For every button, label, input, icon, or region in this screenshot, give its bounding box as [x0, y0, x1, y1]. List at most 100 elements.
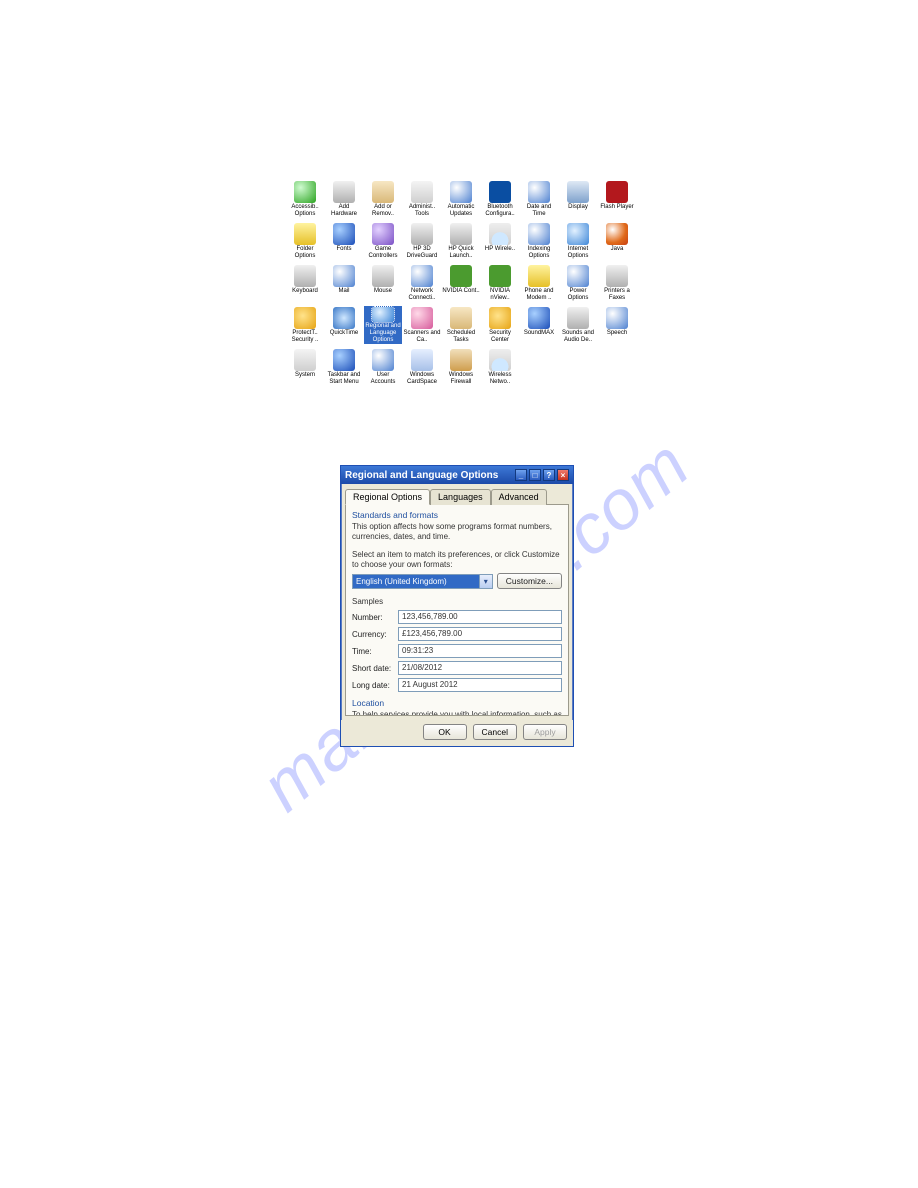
control-panel-item[interactable]: NVIDIA Cont.. [442, 264, 480, 302]
control-panel-item[interactable]: Sounds and Audio De.. [559, 306, 597, 344]
control-panel-item[interactable]: HP 3D DriveGuard [403, 222, 441, 260]
tab-regional-options[interactable]: Regional Options [345, 489, 430, 505]
control-panel-item-label: Date and Time [520, 204, 558, 218]
control-panel-item[interactable]: HP Quick Launch.. [442, 222, 480, 260]
customize-button[interactable]: Customize... [497, 573, 562, 589]
app-icon [528, 223, 550, 245]
control-panel-item[interactable]: Automatic Updates [442, 180, 480, 218]
samples-heading: Samples [352, 597, 562, 607]
control-panel-item-label: QuickTime [330, 330, 358, 337]
control-panel-item[interactable]: Bluetooth Configura.. [481, 180, 519, 218]
control-panel-item[interactable]: System [286, 348, 324, 386]
control-panel-item[interactable]: Regional and Language Options [364, 306, 402, 344]
format-combo-value: English (United Kingdom) [356, 575, 447, 588]
currency-label: Currency: [352, 630, 398, 639]
app-icon [372, 223, 394, 245]
ok-button[interactable]: OK [423, 724, 467, 740]
control-panel-item[interactable]: SoundMAX [520, 306, 558, 344]
control-panel-item[interactable]: Keyboard [286, 264, 324, 302]
app-icon [450, 223, 472, 245]
format-combo[interactable]: English (United Kingdom) ▾ [352, 574, 493, 589]
control-panel-item-label: Game Controllers [364, 246, 402, 260]
app-icon [606, 307, 628, 329]
control-panel-item[interactable]: Accessib.. Options [286, 180, 324, 218]
control-panel-item[interactable]: Windows Firewall [442, 348, 480, 386]
control-panel-item-label: Indexing Options [520, 246, 558, 260]
cancel-button[interactable]: Cancel [473, 724, 517, 740]
apply-button[interactable]: Apply [523, 724, 567, 740]
control-panel-item[interactable]: ProtectT.. Security .. [286, 306, 324, 344]
control-panel-item[interactable]: Power Options [559, 264, 597, 302]
control-panel-item[interactable]: Flash Player [598, 180, 636, 218]
control-panel-item[interactable]: Internet Options [559, 222, 597, 260]
control-panel-item-label: Keyboard [292, 288, 318, 295]
dialog-button-bar: OK Cancel Apply [341, 720, 573, 746]
tab-body-regional: Standards and formats This option affect… [345, 504, 569, 716]
control-panel-item[interactable]: Printers a Faxes [598, 264, 636, 302]
control-panel-item[interactable]: Taskbar and Start Menu [325, 348, 363, 386]
control-panel-item[interactable]: Mail [325, 264, 363, 302]
longdate-label: Long date: [352, 681, 398, 690]
control-panel-item[interactable]: Speech [598, 306, 636, 344]
control-panel-item[interactable]: QuickTime [325, 306, 363, 344]
shortdate-field: 21/08/2012 [398, 661, 562, 675]
control-panel-item-label: Power Options [559, 288, 597, 302]
control-panel-item[interactable]: NVIDIA nView.. [481, 264, 519, 302]
standards-text-1: This option affects how some programs fo… [352, 522, 562, 542]
control-panel-item-label: Internet Options [559, 246, 597, 260]
app-icon [528, 307, 550, 329]
control-panel-item[interactable]: HP Wirele.. [481, 222, 519, 260]
app-icon [450, 265, 472, 287]
tab-languages[interactable]: Languages [430, 489, 491, 505]
app-icon [333, 349, 355, 371]
control-panel-item[interactable]: Phone and Modem .. [520, 264, 558, 302]
control-panel-item[interactable]: Display [559, 180, 597, 218]
control-panel-item[interactable]: Scheduled Tasks [442, 306, 480, 344]
location-text: To help services provide you with local … [352, 710, 562, 716]
control-panel-item-label: Add or Remov.. [364, 204, 402, 218]
control-panel-item[interactable]: Folder Options [286, 222, 324, 260]
control-panel-item[interactable]: Administ.. Tools [403, 180, 441, 218]
control-panel-item[interactable]: Windows CardSpace [403, 348, 441, 386]
app-icon [372, 349, 394, 371]
app-icon [333, 181, 355, 203]
app-icon [567, 265, 589, 287]
control-panel-item[interactable]: Network Connecti.. [403, 264, 441, 302]
app-icon [606, 223, 628, 245]
control-panel-item[interactable]: Scanners and Ca.. [403, 306, 441, 344]
app-icon [567, 307, 589, 329]
control-panel-item[interactable]: User Accounts [364, 348, 402, 386]
app-icon [372, 307, 394, 322]
control-panel-item[interactable]: Game Controllers [364, 222, 402, 260]
app-icon [411, 181, 433, 203]
maximize-button[interactable]: □ [529, 469, 541, 481]
control-panel-item[interactable]: Fonts [325, 222, 363, 260]
control-panel-item-label: Security Center [481, 330, 519, 344]
control-panel-item[interactable]: Add Hardware [325, 180, 363, 218]
control-panel-item-label: Network Connecti.. [403, 288, 441, 302]
control-panel-item[interactable]: Mouse [364, 264, 402, 302]
chevron-down-icon: ▾ [479, 575, 492, 588]
tab-advanced[interactable]: Advanced [491, 489, 547, 505]
control-panel-item[interactable]: Date and Time [520, 180, 558, 218]
app-icon [489, 223, 511, 245]
control-panel-item-label: User Accounts [364, 372, 402, 386]
app-icon [528, 181, 550, 203]
number-field: 123,456,789.00 [398, 610, 562, 624]
control-panel-item-label: Accessib.. Options [286, 204, 324, 218]
control-panel-item[interactable]: Wireless Netwo.. [481, 348, 519, 386]
dialog-title: Regional and Language Options [345, 470, 498, 481]
close-button[interactable]: × [557, 469, 569, 481]
control-panel-item[interactable]: Security Center [481, 306, 519, 344]
control-panel-item[interactable]: Add or Remov.. [364, 180, 402, 218]
help-button[interactable]: ? [543, 469, 555, 481]
control-panel-item-label: NVIDIA nView.. [481, 288, 519, 302]
dialog-titlebar[interactable]: Regional and Language Options _ □ ? × [341, 466, 573, 484]
app-icon [411, 265, 433, 287]
app-icon [606, 265, 628, 287]
control-panel-item-label: Wireless Netwo.. [481, 372, 519, 386]
control-panel-item[interactable]: Java [598, 222, 636, 260]
minimize-button[interactable]: _ [515, 469, 527, 481]
control-panel-item[interactable]: Indexing Options [520, 222, 558, 260]
regional-options-dialog: Regional and Language Options _ □ ? × Re… [340, 465, 574, 747]
